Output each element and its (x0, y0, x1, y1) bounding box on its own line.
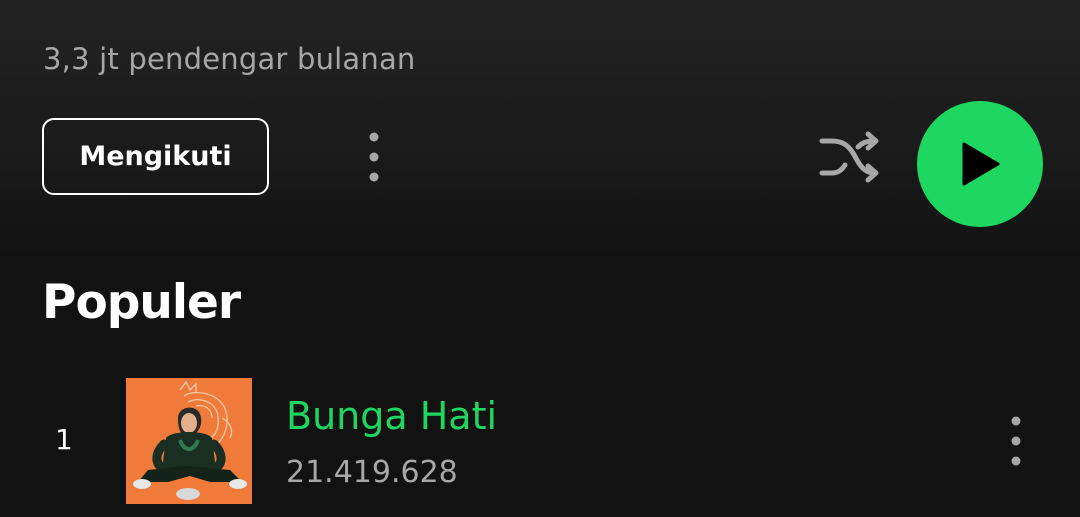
follow-button[interactable]: Mengikuti (42, 118, 269, 195)
track-more-options-button[interactable] (996, 410, 1036, 472)
track-row[interactable]: 1 Bunga Hati 21.419.628 (0, 370, 1080, 517)
more-options-button[interactable] (354, 126, 394, 188)
section-title-popular: Populer (42, 275, 241, 330)
track-play-count: 21.419.628 (286, 455, 458, 490)
monthly-listeners: 3,3 jt pendengar bulanan (43, 42, 416, 76)
track-index: 1 (55, 423, 73, 456)
play-icon (962, 142, 1000, 186)
play-button[interactable] (917, 101, 1043, 227)
album-cover-image (126, 378, 252, 504)
more-vertical-icon (369, 132, 379, 182)
track-title: Bunga Hati (286, 394, 498, 438)
more-vertical-icon (1011, 416, 1021, 466)
shuffle-icon (819, 131, 879, 183)
shuffle-button[interactable] (816, 126, 884, 188)
